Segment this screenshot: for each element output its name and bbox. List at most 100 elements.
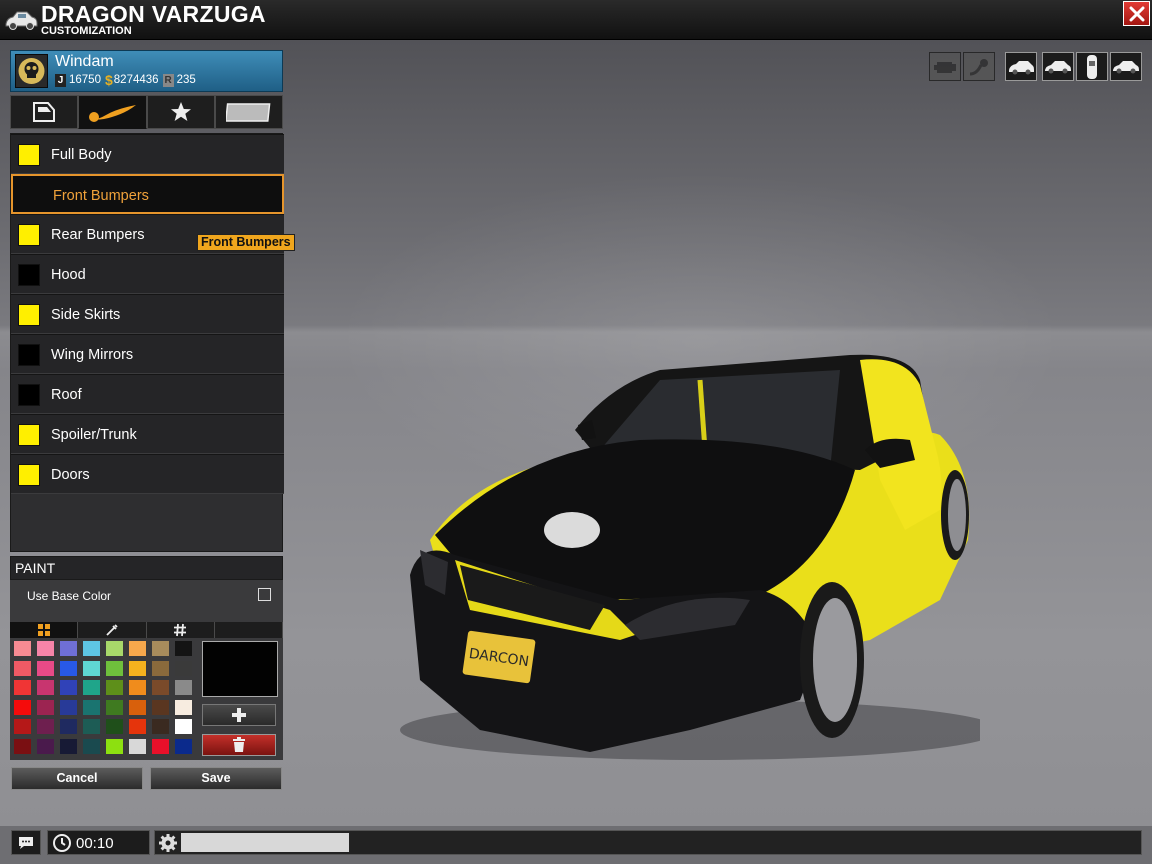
exhaust-view-button[interactable] [963,52,995,81]
palette-color-cell[interactable] [83,680,100,695]
part-color-swatch [18,344,40,366]
palette-color-cell[interactable] [106,660,123,676]
tab-hex[interactable] [146,622,215,638]
palette-color-cell[interactable] [60,699,77,715]
rear-view-button[interactable] [1110,52,1142,81]
engine-view-button[interactable] [929,52,961,81]
gear-icon [159,834,177,852]
palette-color-cell[interactable] [152,660,169,676]
palette-color-cell[interactable] [60,719,77,734]
session-timer: 00:10 [47,830,150,855]
palette-color-cell[interactable] [152,738,169,754]
chat-button[interactable] [11,830,41,855]
palette-color-cell[interactable] [37,738,54,754]
part-item[interactable]: Spoiler/Trunk [11,414,284,454]
palette-color-cell[interactable] [152,699,169,715]
palette-color-cell[interactable] [152,641,169,656]
front-three-quarter-view-button[interactable] [1005,52,1037,81]
use-base-color-checkbox[interactable] [258,588,271,601]
palette-color-cell[interactable] [152,680,169,695]
palette-color-cell[interactable] [175,680,192,695]
palette-color-cell[interactable] [14,660,31,676]
top-view-button[interactable] [1076,52,1108,81]
palette-color-cell[interactable] [60,738,77,754]
paint-panel [10,620,283,760]
palette-color-cell[interactable] [106,738,123,754]
palette-color-cell[interactable] [129,680,146,695]
palette-color-cell[interactable] [106,641,123,656]
skull-emblem-icon [18,58,45,84]
window-subtitle: CUSTOMIZATION [41,25,132,37]
money-icon: $ [104,72,113,88]
palette-color-cell[interactable] [175,699,192,715]
tab-empty[interactable] [214,622,283,638]
palette-color-cell[interactable] [129,641,146,656]
tab-decals[interactable] [146,95,215,129]
palette-color-cell[interactable] [37,680,54,695]
palette-color-cell[interactable] [14,680,31,695]
part-item[interactable]: Hood [11,254,284,294]
tab-swatches[interactable] [10,622,79,638]
palette-color-cell[interactable] [129,719,146,734]
palette-color-cell[interactable] [175,660,192,676]
player-name: Windam [55,53,114,70]
palette-color-cell[interactable] [129,738,146,754]
part-color-swatch [18,304,40,326]
part-color-swatch [18,224,40,246]
side-view-button[interactable] [1042,52,1074,81]
palette-color-cell[interactable] [106,699,123,715]
palette-color-cell[interactable] [14,738,31,754]
palette-color-cell[interactable] [175,719,192,734]
palette-color-cell[interactable] [152,719,169,734]
part-item[interactable]: Front Bumpers [11,174,284,214]
car-model[interactable]: DARCON [400,340,980,770]
tab-paint[interactable] [78,95,147,129]
palette-color-cell[interactable] [129,699,146,715]
palette-color-cell[interactable] [106,719,123,734]
part-item[interactable]: Wing Mirrors [11,334,284,374]
bottom-bar: 00:10 [0,826,1152,864]
swatches-grid-icon [37,624,50,636]
add-color-button[interactable] [202,704,276,726]
palette-color-cell[interactable] [129,660,146,676]
palette-color-cell[interactable] [175,641,192,656]
palette-color-cell[interactable] [14,641,31,656]
palette-color-cell[interactable] [37,641,54,656]
star-icon [170,102,191,121]
loading-progress [154,830,1142,855]
clock-icon [53,834,71,852]
palette-color-cell[interactable] [60,680,77,695]
palette-color-cell[interactable] [37,719,54,734]
paint-section-title: PAINT [10,556,283,580]
part-item[interactable]: Doors [11,454,284,494]
use-base-color-label: Use Base Color [27,589,112,603]
palette-color-cell[interactable] [60,660,77,676]
save-button[interactable]: Save [150,767,282,790]
palette-color-cell[interactable] [106,680,123,695]
palette-color-cell[interactable] [175,738,192,754]
part-item[interactable]: Full Body [11,134,284,174]
cancel-button[interactable]: Cancel [11,767,143,790]
palette-color-cell[interactable] [37,699,54,715]
tab-plate[interactable] [214,95,283,129]
palette-color-cell[interactable] [83,660,100,676]
part-label: Full Body [51,147,112,163]
tab-parts[interactable] [10,95,79,129]
tab-eyedropper[interactable] [78,622,147,638]
part-label: Hood [51,267,86,283]
close-button[interactable] [1123,1,1150,26]
palette-color-cell[interactable] [14,719,31,734]
palette-color-cell[interactable] [83,641,100,656]
palette-color-cell[interactable] [83,699,100,715]
palette-color-cell[interactable] [37,660,54,676]
palette-color-cell[interactable] [60,641,77,656]
exhaust-icon [969,58,988,75]
palette-color-cell[interactable] [83,719,100,734]
rank-icon: R [162,73,174,87]
part-item[interactable]: Roof [11,374,284,414]
palette-color-cell[interactable] [83,738,100,754]
player-card: Windam J 16750 $ 8274436 R 235 [10,50,283,92]
part-item[interactable]: Side Skirts [11,294,284,334]
palette-color-cell[interactable] [14,699,31,715]
delete-color-button[interactable] [202,734,276,756]
